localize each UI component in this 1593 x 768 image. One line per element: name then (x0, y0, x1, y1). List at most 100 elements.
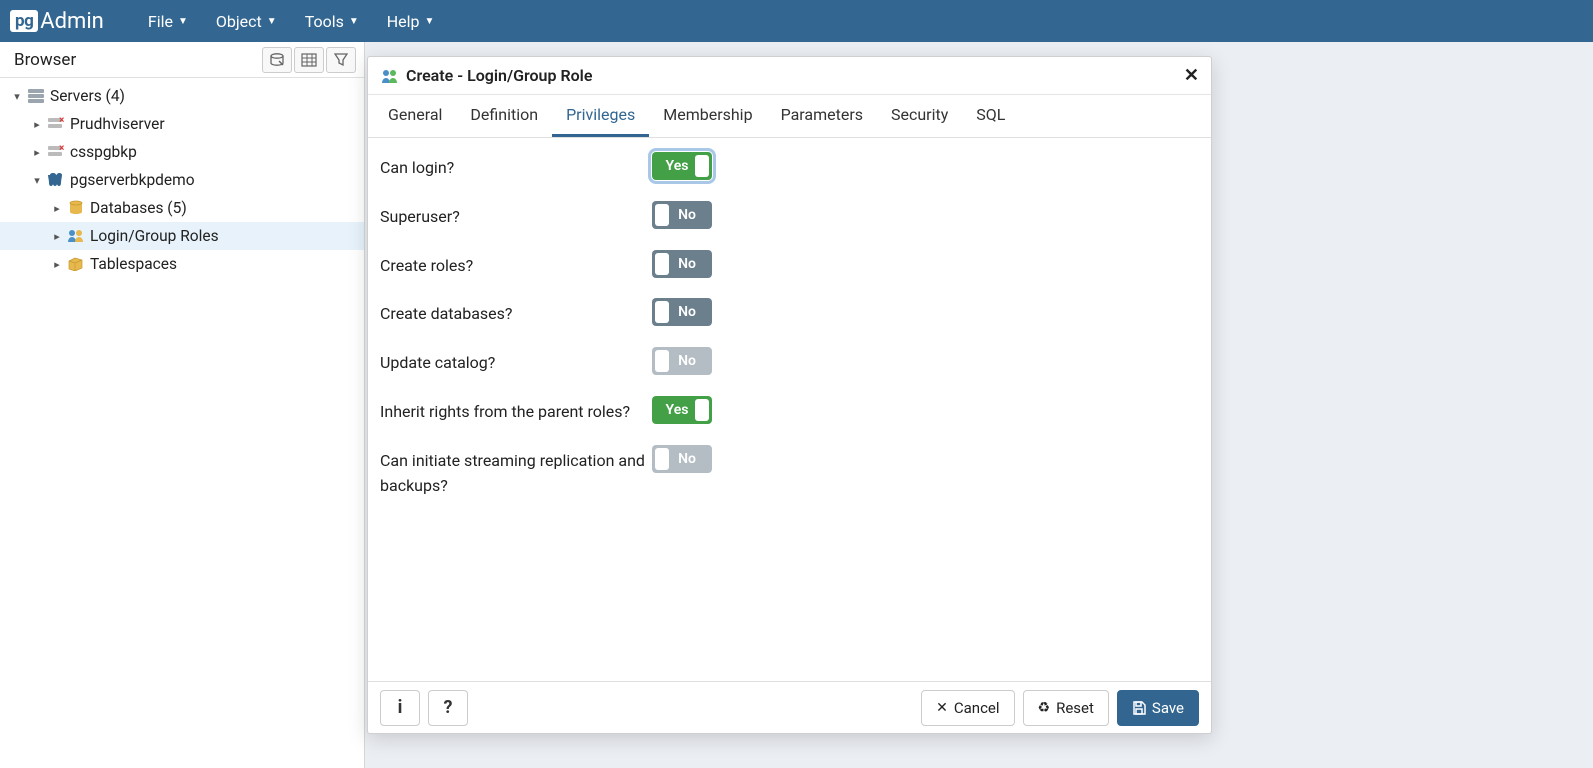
row-update-catalog: Update catalog? No (380, 347, 1199, 376)
logo-text: Admin (40, 9, 104, 34)
tree-toggle-icon[interactable]: ▸ (30, 118, 44, 131)
chevron-down-icon: ▼ (349, 16, 359, 27)
svg-text:×: × (59, 116, 64, 126)
dialog-body: Can login? Yes Superuser? No Create role… (368, 138, 1211, 681)
reset-button[interactable]: ♻ Reset (1023, 690, 1109, 726)
row-create-roles: Create roles? No (380, 250, 1199, 279)
chevron-down-icon: ▼ (267, 16, 277, 27)
switch-text: No (678, 304, 696, 320)
label-update-catalog: Update catalog? (380, 347, 652, 376)
switch-create-roles[interactable]: No (652, 250, 712, 278)
switch-can-login[interactable]: Yes (652, 152, 712, 180)
button-label: Save (1152, 699, 1184, 717)
switch-streaming-replication: No (652, 445, 712, 473)
tree-databases[interactable]: ▸ Databases (5) (0, 194, 364, 222)
tree-toggle-icon[interactable]: ▸ (50, 230, 64, 243)
tablespace-icon (66, 257, 86, 271)
svg-text:×: × (59, 144, 64, 154)
elephant-icon (46, 172, 66, 188)
query-tool-button[interactable] (262, 47, 292, 73)
close-icon[interactable]: ✕ (1184, 65, 1199, 86)
tree-servers-root[interactable]: ▾ Servers (4) (0, 82, 364, 110)
content-area: Create - Login/Group Role ✕ General Defi… (365, 42, 1593, 768)
tree-toggle-icon[interactable]: ▸ (30, 146, 44, 159)
switch-knob (655, 253, 669, 275)
menu-label: Help (387, 12, 420, 31)
switch-text: Yes (666, 158, 689, 174)
label-create-databases: Create databases? (380, 298, 652, 327)
tree-label: Tablespaces (90, 255, 177, 273)
tab-definition[interactable]: Definition (456, 95, 552, 137)
label-inherit-rights: Inherit rights from the parent roles? (380, 396, 652, 425)
chevron-down-icon: ▼ (425, 16, 435, 27)
label-superuser: Superuser? (380, 201, 652, 230)
tree-label: Prudhviserver (70, 115, 165, 133)
tree-server-item[interactable]: ▾ pgserverbkpdemo (0, 166, 364, 194)
view-data-button[interactable] (294, 47, 324, 73)
dialog-title: Create - Login/Group Role (406, 66, 592, 85)
tree-server-item[interactable]: ▸ × csspgbkp (0, 138, 364, 166)
logo[interactable]: pg Admin (10, 9, 104, 34)
save-button[interactable]: Save (1117, 690, 1199, 726)
tab-sql[interactable]: SQL (962, 95, 1019, 137)
tree-login-roles[interactable]: ▸ Login/Group Roles (0, 222, 364, 250)
menu-help[interactable]: Help ▼ (373, 0, 449, 42)
help-button[interactable]: ? (428, 690, 468, 726)
tree-label: csspgbkp (70, 143, 137, 161)
menu-label: Object (216, 12, 262, 31)
switch-text: No (678, 207, 696, 223)
info-button[interactable]: i (380, 690, 420, 726)
roles-icon (380, 68, 400, 84)
server-disconnected-icon: × (46, 144, 66, 160)
menu-label: File (148, 12, 173, 31)
tree: ▾ Servers (4) ▸ × Prudhviserver ▸ × cssp… (0, 78, 364, 282)
tab-membership[interactable]: Membership (649, 95, 766, 137)
row-can-login: Can login? Yes (380, 152, 1199, 181)
cancel-button[interactable]: ✕ Cancel (921, 690, 1014, 726)
menu-label: Tools (305, 12, 344, 31)
menu-file[interactable]: File ▼ (134, 0, 202, 42)
row-inherit-rights: Inherit rights from the parent roles? Ye… (380, 396, 1199, 425)
row-create-databases: Create databases? No (380, 298, 1199, 327)
tree-label: Login/Group Roles (90, 227, 219, 245)
tree-server-item[interactable]: ▸ × Prudhviserver (0, 110, 364, 138)
switch-knob (655, 350, 669, 372)
tree-toggle-icon[interactable]: ▸ (50, 202, 64, 215)
menu-object[interactable]: Object ▼ (202, 0, 291, 42)
tree-toggle-icon[interactable]: ▾ (10, 90, 24, 103)
chevron-down-icon: ▼ (178, 16, 188, 27)
switch-superuser[interactable]: No (652, 201, 712, 229)
tab-security[interactable]: Security (877, 95, 962, 137)
sidebar: Browser ▾ Servers (4) (0, 42, 365, 768)
create-role-dialog: Create - Login/Group Role ✕ General Defi… (367, 56, 1212, 734)
switch-text: No (678, 256, 696, 272)
question-icon: ? (444, 697, 453, 718)
switch-knob (655, 301, 669, 323)
row-streaming-replication: Can initiate streaming replication and b… (380, 445, 1199, 499)
tree-label: Servers (4) (50, 87, 125, 105)
switch-text: No (678, 353, 696, 369)
switch-create-databases[interactable]: No (652, 298, 712, 326)
switch-text: Yes (666, 402, 689, 418)
switch-inherit-rights[interactable]: Yes (652, 396, 712, 424)
server-disconnected-icon: × (46, 116, 66, 132)
switch-text: No (678, 451, 696, 467)
tree-label: Databases (5) (90, 199, 187, 217)
sidebar-header: Browser (0, 42, 364, 78)
tab-parameters[interactable]: Parameters (767, 95, 877, 137)
menu-tools[interactable]: Tools ▼ (291, 0, 373, 42)
button-label: Cancel (954, 699, 1000, 717)
switch-knob (695, 399, 709, 421)
tree-toggle-icon[interactable]: ▾ (30, 174, 44, 187)
tree-tablespaces[interactable]: ▸ Tablespaces (0, 250, 364, 278)
switch-knob (655, 204, 669, 226)
switch-update-catalog: No (652, 347, 712, 375)
tree-toggle-icon[interactable]: ▸ (50, 258, 64, 271)
filter-button[interactable] (326, 47, 356, 73)
tab-general[interactable]: General (374, 95, 456, 137)
database-icon (66, 200, 86, 216)
dialog-header: Create - Login/Group Role ✕ (368, 57, 1211, 95)
tree-label: pgserverbkpdemo (70, 171, 195, 189)
recycle-icon: ♻ (1038, 700, 1051, 716)
tab-privileges[interactable]: Privileges (552, 95, 649, 137)
